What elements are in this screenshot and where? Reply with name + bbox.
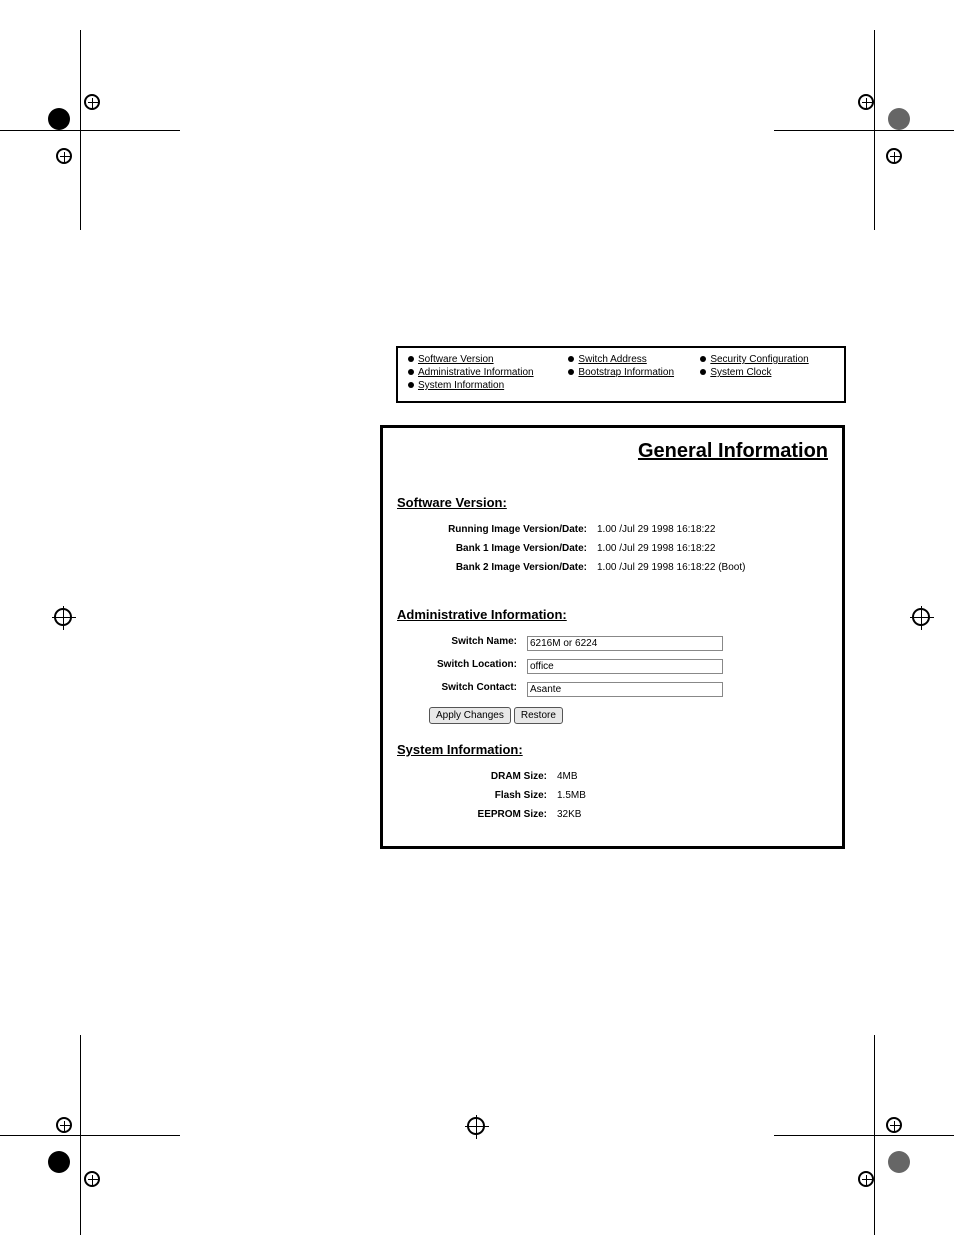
bullet-icon <box>408 382 414 388</box>
bullet-icon <box>700 356 706 362</box>
panel-title: General Information <box>397 440 828 463</box>
dram-label: DRAM Size: <box>397 771 557 782</box>
nav-link-software-version[interactable]: Software Version <box>408 354 568 365</box>
switch-location-input[interactable] <box>527 659 723 674</box>
dram-value: 4MB <box>557 771 578 782</box>
nav-link-system-info[interactable]: System Information <box>408 380 568 391</box>
admin-row-name: Switch Name: <box>397 636 828 651</box>
reg-mark-bottom-center <box>467 1117 485 1135</box>
nav-link-system-clock[interactable]: System Clock <box>700 367 834 378</box>
flash-label: Flash Size: <box>397 790 557 801</box>
running-image-value: 1.00 /Jul 29 1998 16:18:22 <box>597 524 715 535</box>
system-row-flash: Flash Size: 1.5MB <box>397 790 828 801</box>
crop-mark-bottom-right <box>814 1075 934 1195</box>
running-image-label: Running Image Version/Date: <box>397 524 597 535</box>
bullet-icon <box>568 356 574 362</box>
system-row-dram: DRAM Size: 4MB <box>397 771 828 782</box>
switch-contact-label: Switch Contact: <box>397 682 527 697</box>
switch-contact-input[interactable] <box>527 682 723 697</box>
bank2-label: Bank 2 Image Version/Date: <box>397 562 597 573</box>
software-row-bank1: Bank 1 Image Version/Date: 1.00 /Jul 29 … <box>397 543 828 554</box>
restore-button[interactable]: Restore <box>514 707 563 724</box>
bank1-value: 1.00 /Jul 29 1998 16:18:22 <box>597 543 715 554</box>
software-row-running: Running Image Version/Date: 1.00 /Jul 29… <box>397 524 828 535</box>
admin-row-location: Switch Location: <box>397 659 828 674</box>
bank1-label: Bank 1 Image Version/Date: <box>397 543 597 554</box>
system-row-eeprom: EEPROM Size: 32KB <box>397 809 828 820</box>
crop-mark-top-left <box>20 70 140 190</box>
nav-link-admin-info[interactable]: Administrative Information <box>408 367 568 378</box>
nav-link-bootstrap-info[interactable]: Bootstrap Information <box>568 367 700 378</box>
bullet-icon <box>408 369 414 375</box>
bullet-icon <box>408 356 414 362</box>
eeprom-label: EEPROM Size: <box>397 809 557 820</box>
reg-mark-right <box>912 608 930 626</box>
bullet-icon <box>700 369 706 375</box>
eeprom-value: 32KB <box>557 809 581 820</box>
reg-mark-left <box>54 608 72 626</box>
admin-row-contact: Switch Contact: <box>397 682 828 697</box>
crop-mark-bottom-left <box>20 1075 140 1195</box>
switch-location-label: Switch Location: <box>397 659 527 674</box>
switch-name-label: Switch Name: <box>397 636 527 651</box>
switch-name-input[interactable] <box>527 636 723 651</box>
nav-box: Software Version Administrative Informat… <box>396 346 846 403</box>
admin-info-heading: Administrative Information: <box>397 607 828 622</box>
apply-changes-button[interactable]: Apply Changes <box>429 707 511 724</box>
crop-mark-top-right <box>814 70 934 190</box>
nav-link-switch-address[interactable]: Switch Address <box>568 354 700 365</box>
nav-link-security-config[interactable]: Security Configuration <box>700 354 834 365</box>
system-info-heading: System Information: <box>397 742 828 757</box>
bullet-icon <box>568 369 574 375</box>
software-row-bank2: Bank 2 Image Version/Date: 1.00 /Jul 29 … <box>397 562 828 573</box>
software-version-heading: Software Version: <box>397 495 828 510</box>
main-panel: General Information Software Version: Ru… <box>380 425 845 849</box>
flash-value: 1.5MB <box>557 790 586 801</box>
bank2-value: 1.00 /Jul 29 1998 16:18:22 (Boot) <box>597 562 745 573</box>
page: Software Version Administrative Informat… <box>0 0 954 1235</box>
